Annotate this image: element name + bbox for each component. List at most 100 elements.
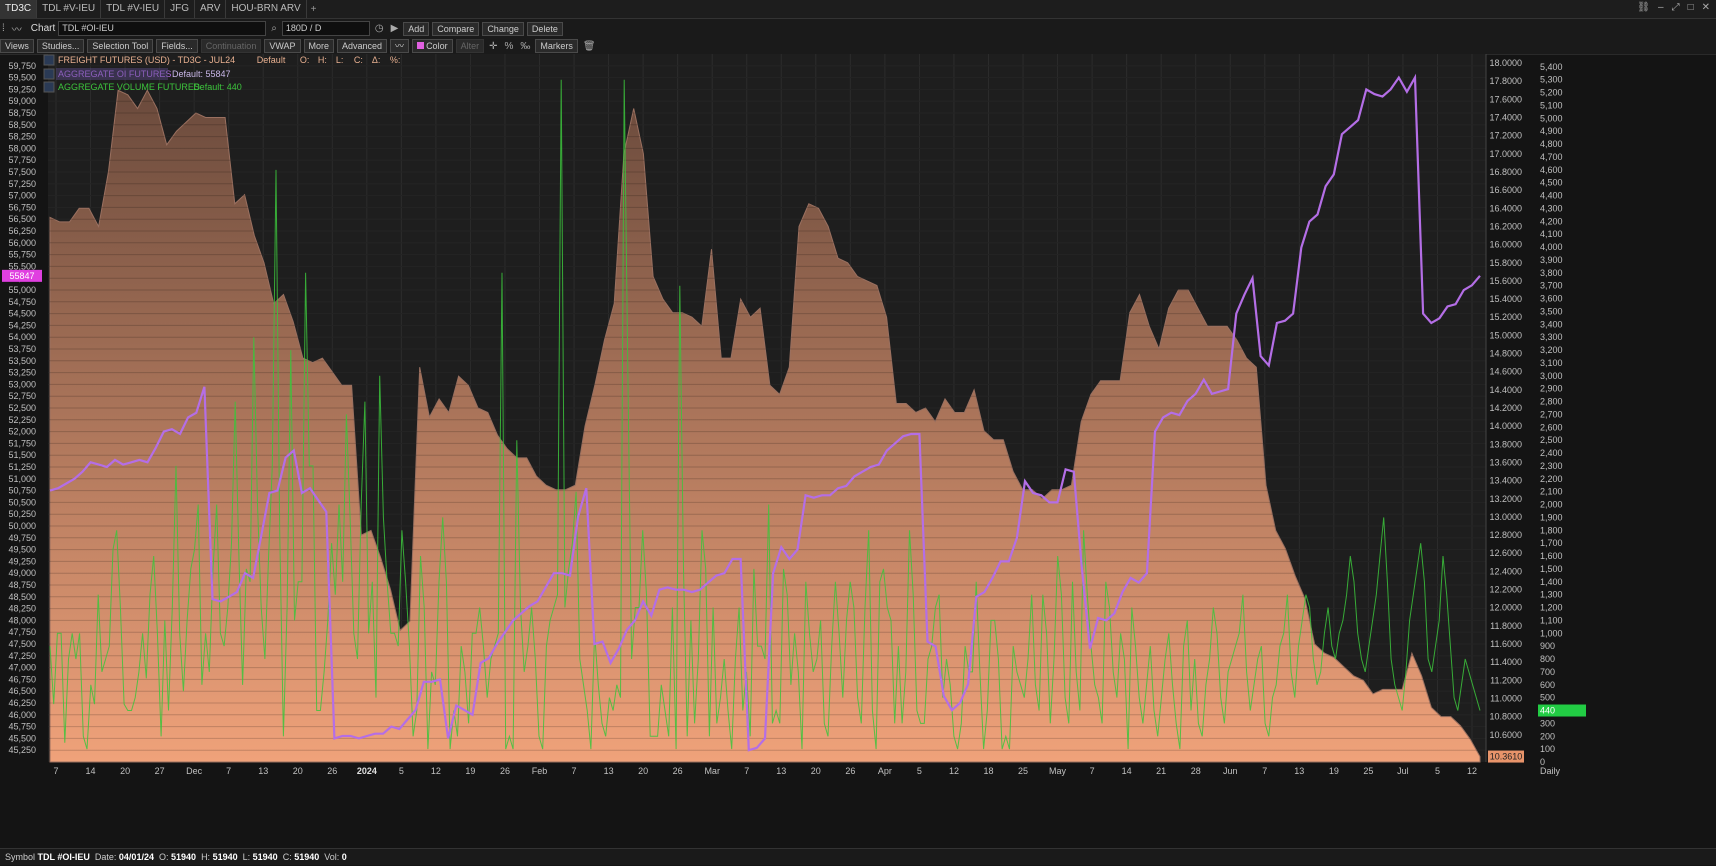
close-icon[interactable]: ✕ — [1702, 2, 1710, 13]
left-axis-tick-label: 55,000 — [8, 285, 36, 295]
right-freight-tick-label: 17.6000 — [1489, 94, 1522, 104]
right-freight-tick-label: 15.0000 — [1489, 330, 1522, 340]
fields-button[interactable]: Fields... — [156, 39, 198, 53]
x-axis-tick-label: Dec — [186, 766, 203, 776]
alter-button[interactable]: Alter — [455, 39, 485, 53]
x-axis-tick-label: Apr — [878, 766, 892, 776]
left-axis-tick-label: 54,000 — [8, 332, 36, 342]
x-axis-tick-label: 5 — [399, 766, 404, 776]
legend-ohlc-field: Δ: — [372, 55, 381, 65]
window-title: Chart — [30, 23, 56, 34]
left-axis-tick-label: 57,000 — [8, 191, 36, 201]
add-tab-button[interactable]: + — [307, 4, 321, 15]
x-axis-tick-label: 25 — [1363, 766, 1373, 776]
crosshair-icon[interactable]: ✛ — [487, 41, 499, 52]
right-freight-tick-label: 14.4000 — [1489, 385, 1522, 395]
right-volume-tick-label: 2,000 — [1540, 500, 1563, 510]
play-icon[interactable]: ▶ — [389, 23, 401, 34]
x-axis-tick-label: 20 — [120, 766, 130, 776]
x-axis-tick-label: Feb — [532, 766, 548, 776]
advanced-button[interactable]: Advanced — [337, 39, 388, 53]
left-axis-tick-label: 51,000 — [8, 474, 36, 484]
trash-icon[interactable]: 🗑 — [581, 41, 598, 52]
x-axis-tick-label: 12 — [1467, 766, 1477, 776]
right-freight-tick-label: 14.2000 — [1489, 403, 1522, 413]
tab-td3c[interactable]: TD3C — [0, 0, 38, 18]
right-volume-tick-label: 700 — [1540, 667, 1555, 677]
left-axis-tick-label: 45,750 — [8, 722, 36, 732]
continuation-button[interactable]: Continuation — [200, 39, 262, 53]
oi-price-tag-label: 55847 — [9, 271, 34, 281]
status-high-label: H: — [201, 852, 211, 862]
right-volume-tick-label: 2,800 — [1540, 397, 1563, 407]
right-volume-tick-label: 4,500 — [1540, 178, 1563, 188]
tab-jfg[interactable]: JFG — [165, 0, 195, 18]
change-button[interactable]: Change — [482, 21, 524, 36]
right-volume-tick-label: 5,000 — [1540, 113, 1563, 123]
minimize-icon[interactable]: – — [1658, 2, 1664, 13]
left-axis-tick-label: 47,750 — [8, 627, 36, 637]
legend-icon — [43, 81, 55, 93]
symbol-input[interactable]: TDL #OI-IEU — [58, 21, 267, 36]
chart-type-icon[interactable]: 〰 — [10, 21, 24, 36]
x-axis-tick-label: 2024 — [357, 766, 377, 776]
left-axis-tick-label: 57,750 — [8, 155, 36, 165]
right-freight-tick-label: 18.0000 — [1489, 58, 1522, 68]
x-axis-tick-label: 12 — [431, 766, 441, 776]
percent-alt-icon[interactable]: ‰ — [518, 41, 532, 52]
tab-tdl-v-ieu-1[interactable]: TDL #V-IEU — [37, 0, 102, 18]
grip-icon[interactable]: ⁞ — [0, 23, 7, 34]
restore-icon[interactable]: ⤢ — [1672, 2, 1680, 13]
compare-button[interactable]: Compare — [432, 21, 480, 36]
tab-hou-brn-arv[interactable]: HOU-BRN ARV — [226, 0, 307, 18]
delete-button[interactable]: Delete — [526, 21, 563, 36]
search-icon[interactable]: ⌕ — [269, 23, 279, 34]
period-select[interactable]: 180D / D — [281, 21, 370, 36]
left-axis-tick-label: 52,750 — [8, 391, 36, 401]
left-axis-tick-label: 51,500 — [8, 450, 36, 460]
legend-default-value: Default: 440 — [193, 82, 242, 92]
add-button[interactable]: Add — [403, 21, 430, 36]
vwap-button[interactable]: VWAP — [264, 39, 301, 53]
chart-area[interactable]: 45,250 45,50045,750 46,000 46,250 46,500 46,7… — [0, 54, 1716, 848]
tab-arv[interactable]: ARV — [195, 0, 227, 18]
x-axis-tick-label: 5 — [1435, 766, 1440, 776]
percent-icon[interactable]: % — [502, 41, 515, 52]
right-freight-tick-label: 11.2000 — [1490, 675, 1522, 685]
maximize-icon[interactable]: □ — [1688, 2, 1694, 13]
color-button[interactable]: Color — [412, 39, 453, 53]
left-axis-tick-label: 49,250 — [8, 556, 36, 566]
clock-icon[interactable]: ◷ — [373, 23, 386, 34]
status-high: 51940 — [212, 852, 238, 862]
tab-tdl-v-ieu-2[interactable]: TDL #V-IEU — [101, 0, 166, 18]
right-volume-tick-label: 2,500 — [1540, 435, 1563, 445]
right-freight-tick-label: 15.4000 — [1489, 294, 1522, 304]
right-volume-tick-label: 4,800 — [1540, 139, 1563, 149]
views-button[interactable]: Views — [0, 39, 34, 53]
line-style-button[interactable]: 〰 — [390, 39, 410, 53]
link-icon[interactable]: ⛓ — [1637, 2, 1650, 13]
x-axis-tick-label: 26 — [500, 766, 510, 776]
color-swatch-icon — [417, 42, 425, 49]
x-axis-tick-label: 5 — [917, 766, 922, 776]
left-axis-tick-label: 59,000 — [8, 96, 36, 106]
right-volume-tick-label: 3,300 — [1540, 332, 1563, 342]
more-button[interactable]: More — [303, 39, 335, 53]
right-volume-tick-label: 3,200 — [1540, 345, 1563, 355]
right-freight-tick-label: 15.6000 — [1489, 276, 1522, 286]
left-axis-tick-label: 57,250 — [8, 179, 36, 189]
selection-tool-button[interactable]: Selection Tool — [87, 39, 154, 53]
color-label: Color — [426, 41, 448, 51]
right-volume-tick-label: 4,900 — [1540, 126, 1563, 136]
markers-button[interactable]: Markers — [535, 39, 578, 53]
right-freight-tick-label: 13.4000 — [1489, 476, 1522, 486]
x-axis-tick-label: 13 — [776, 766, 786, 776]
left-axis-tick-label: 58,500 — [8, 120, 36, 130]
status-symbol-label: Symbol — [5, 852, 36, 862]
tab-bar: TD3C TDL #V-IEU TDL #V-IEU JFG ARV HOU-B… — [0, 0, 1716, 19]
right-volume-tick-label: 3,800 — [1540, 268, 1563, 278]
studies-button[interactable]: Studies... — [36, 39, 85, 53]
status-bar: Symbol TDL #OI-IEU Date: 04/01/24 O: 519… — [0, 848, 1716, 865]
x-axis-tick-label: 13 — [604, 766, 614, 776]
x-axis-tick-label: 13 — [1294, 766, 1304, 776]
